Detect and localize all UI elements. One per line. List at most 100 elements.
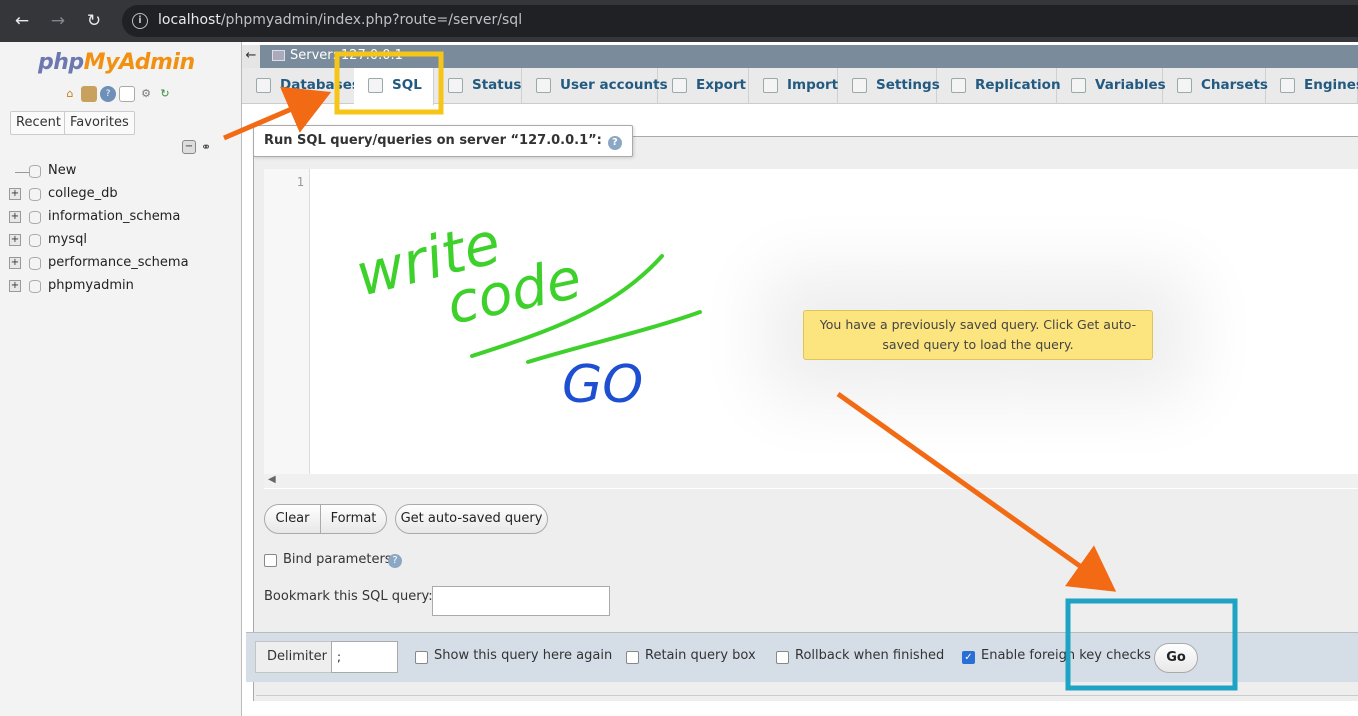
tree-label[interactable]: mysql [48, 232, 87, 247]
database-icon [256, 78, 271, 93]
phpmyadmin-logo[interactable]: phpMyAdmin [38, 50, 195, 75]
foreign-key-label[interactable]: Enable foreign key checks [981, 648, 1151, 663]
docs-icon[interactable] [119, 86, 135, 102]
reload-icon[interactable]: ↻ [84, 11, 104, 31]
recent-tab[interactable]: Recent [10, 111, 67, 135]
go-button[interactable]: Go [1154, 643, 1198, 673]
rollback-label[interactable]: Rollback when finished [795, 648, 944, 663]
tab-charsets[interactable]: Charsets [1163, 68, 1268, 104]
expand-icon[interactable]: + [9, 234, 21, 246]
horizontal-scrollbar[interactable]: ◀ [264, 474, 1358, 488]
collapse-all-icon[interactable]: − [182, 140, 196, 154]
tab-settings[interactable]: Settings [838, 68, 940, 104]
engines-icon [1280, 78, 1295, 93]
tree-item-phpmyadmin[interactable]: + phpmyadmin [0, 275, 240, 298]
wrench-icon [852, 78, 867, 93]
rollback-checkbox[interactable] [776, 651, 789, 664]
help-icon[interactable]: ? [607, 136, 622, 150]
back-icon[interactable]: ← [12, 11, 32, 31]
home-icon[interactable]: ⌂ [62, 86, 78, 102]
gear-icon[interactable]: ⚙ [138, 86, 154, 102]
query-legend: Run SQL query/queries on server “127.0.0… [253, 125, 633, 157]
retain-query-box-label[interactable]: Retain query box [645, 648, 756, 663]
url-host: localhost [158, 12, 221, 28]
expand-icon[interactable]: + [9, 257, 21, 269]
forward-icon[interactable]: → [48, 11, 68, 31]
expand-icon[interactable]: + [9, 211, 21, 223]
tab-label: Variables [1095, 77, 1166, 93]
tab-label: User accounts [560, 77, 668, 93]
tree-label[interactable]: information_schema [48, 209, 180, 224]
editor-gutter: 1 [264, 169, 310, 474]
tree-label[interactable]: performance_schema [48, 255, 189, 270]
database-icon [29, 234, 41, 247]
charsets-icon [1177, 78, 1192, 93]
collapse-panel-icon[interactable]: ← [242, 45, 260, 68]
show-query-label[interactable]: Show this query here again [434, 648, 612, 663]
tab-databases[interactable]: Databases [242, 68, 360, 104]
tree-label-new[interactable]: New [48, 163, 76, 178]
retain-query-box-checkbox[interactable] [626, 651, 639, 664]
tab-status[interactable]: Status [434, 68, 522, 104]
logo-php: php [38, 50, 84, 75]
link-icon[interactable]: ⚭ [201, 140, 211, 154]
tab-label: Import [787, 77, 839, 93]
tree-label[interactable]: phpmyadmin [48, 278, 134, 293]
info-icon[interactable]: i [132, 13, 148, 29]
scroll-left-icon[interactable]: ◀ [268, 474, 276, 485]
tree-item-mysql[interactable]: + mysql [0, 229, 240, 252]
url-text[interactable]: localhost/phpmyadmin/index.php?route=/se… [158, 12, 522, 28]
tree-item-performance-schema[interactable]: + performance_schema [0, 252, 240, 275]
tab-replication[interactable]: Replication [937, 68, 1061, 104]
tab-export[interactable]: Export [658, 68, 749, 104]
tree-item-college-db[interactable]: + college_db [0, 183, 240, 206]
breadcrumb: ← Server: 127.0.0.1 [242, 45, 1358, 68]
export-icon [672, 78, 687, 93]
bind-parameters-label[interactable]: Bind parameters [283, 552, 392, 567]
tab-sql[interactable]: SQL [354, 68, 434, 105]
delimiter-label: Delimiter [255, 641, 339, 673]
server-icon [272, 50, 285, 61]
show-query-checkbox[interactable] [415, 651, 428, 664]
tree-connector [15, 172, 29, 173]
expand-icon[interactable]: + [9, 188, 21, 200]
line-number: 1 [296, 175, 304, 189]
tab-label: Status [472, 77, 522, 93]
logout-icon[interactable] [81, 86, 97, 102]
tree-label[interactable]: college_db [48, 186, 118, 201]
variables-icon [1071, 78, 1086, 93]
bookmark-input[interactable] [432, 586, 610, 616]
favorites-tab[interactable]: Favorites [64, 111, 135, 135]
autosave-notice: You have a previously saved query. Click… [803, 310, 1153, 360]
main-content: Run SQL query/queries on server “127.0.0… [246, 105, 1358, 716]
browser-toolbar: ← → ↻ i localhost/phpmyadmin/index.php?r… [0, 0, 1358, 42]
clear-button[interactable]: Clear [264, 504, 321, 534]
divider [256, 695, 1358, 696]
help-icon[interactable]: ? [100, 86, 116, 102]
expand-icon[interactable]: + [9, 280, 21, 292]
tab-user-accounts[interactable]: User accounts [522, 68, 668, 104]
refresh-icon[interactable]: ↻ [157, 86, 173, 102]
tab-engines[interactable]: Engines [1266, 68, 1358, 104]
url-path: /phpmyadmin/index.php?route=/server/sql [220, 12, 523, 28]
foreign-key-checkbox[interactable]: ✓ [962, 651, 975, 664]
delimiter-input[interactable]: ; [331, 641, 398, 673]
tab-label: Charsets [1201, 77, 1268, 93]
address-bar[interactable]: i localhost/phpmyadmin/index.php?route=/… [122, 5, 1358, 37]
bookmark-label: Bookmark this SQL query: [264, 589, 433, 604]
tab-label: Export [696, 77, 746, 93]
server-breadcrumb[interactable]: Server: 127.0.0.1 [290, 48, 403, 63]
tree-item-information-schema[interactable]: + information_schema [0, 206, 240, 229]
bind-parameters-checkbox[interactable] [264, 554, 277, 567]
database-icon [29, 257, 41, 270]
tab-variables[interactable]: Variables [1057, 68, 1166, 104]
tree-item-new[interactable]: New [0, 160, 240, 183]
get-autosaved-query-button[interactable]: Get auto-saved query [395, 504, 548, 534]
format-button[interactable]: Format [320, 504, 387, 534]
tab-label: Databases [280, 77, 360, 93]
main-tabs: Databases SQL Status User accounts Expor… [242, 68, 1358, 105]
sql-editor[interactable]: 1 ◀ You have a previously saved query. C… [264, 169, 1358, 489]
help-icon[interactable]: ? [388, 554, 402, 568]
tab-import[interactable]: Import [749, 68, 838, 104]
tab-label: Replication [975, 77, 1061, 93]
